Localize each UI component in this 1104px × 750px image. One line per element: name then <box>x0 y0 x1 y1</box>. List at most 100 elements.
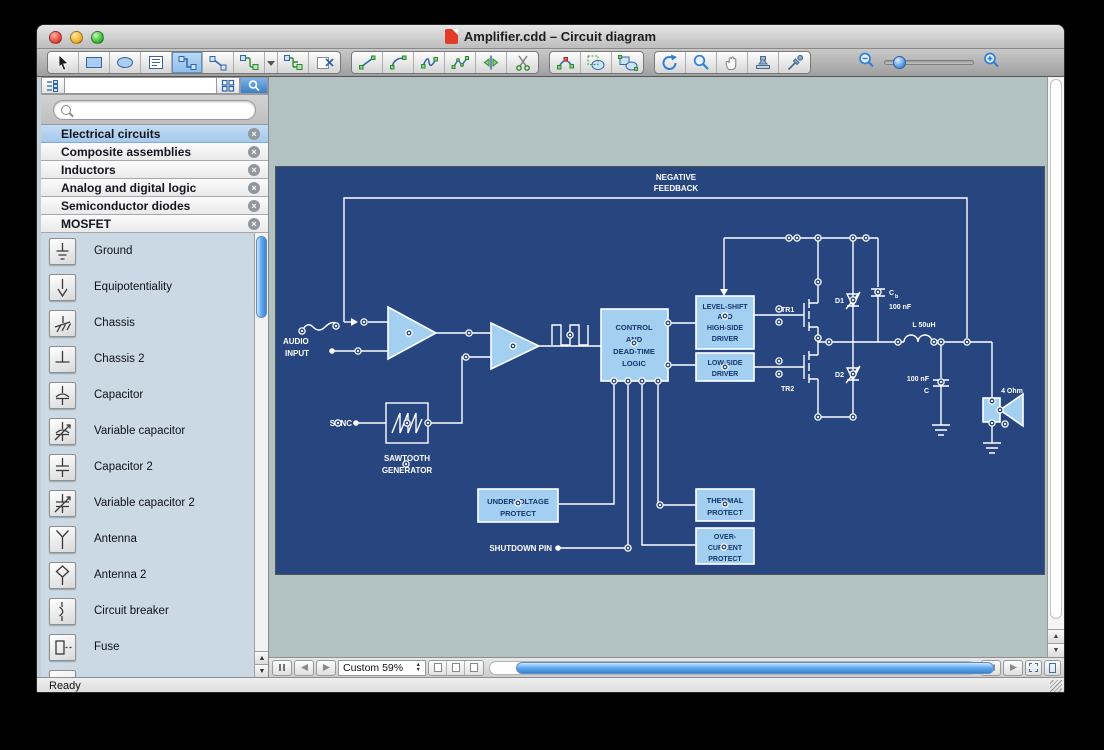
sawtooth-generator[interactable] <box>353 357 491 443</box>
library-item-semiconductor-diodes[interactable]: Semiconductor diodes× <box>41 197 268 215</box>
scroll-right-icon[interactable] <box>1003 660 1023 676</box>
shape-item-ground[interactable]: Ground <box>41 233 255 269</box>
next-page-button[interactable] <box>316 660 336 676</box>
zoom-out-icon[interactable] <box>857 51 876 75</box>
fit-to-window-button[interactable] <box>1025 660 1042 676</box>
wire[interactable] <box>558 381 614 504</box>
circuit-diagram[interactable]: NEGATIVE FEEDBACK AUDIO INPUT <box>276 167 1044 574</box>
audio-input-source[interactable] <box>302 323 388 354</box>
scroll-down-icon[interactable]: ▼ <box>1048 643 1064 657</box>
search-row <box>41 95 268 125</box>
wire[interactable] <box>642 381 696 545</box>
group-tool-button[interactable] <box>612 52 643 73</box>
connector-dropdown-arrow-icon[interactable] <box>265 52 278 73</box>
zoom-level-field[interactable]: Custom 59% ▲▼ <box>338 660 426 676</box>
elbow-connector-tool-button[interactable] <box>172 52 203 73</box>
shape-item-partial[interactable] <box>41 665 255 677</box>
close-library-icon[interactable]: × <box>248 200 260 212</box>
shape-item-fuse[interactable]: Fuse <box>41 629 255 665</box>
horizontal-scrollbar-thumb[interactable] <box>516 662 994 674</box>
sidebar-scrollbar-thumb[interactable] <box>256 236 267 318</box>
search-view-button[interactable] <box>240 77 268 94</box>
page-view-2-button[interactable] <box>447 661 465 675</box>
shape-item-antenna[interactable]: Antenna <box>41 521 255 557</box>
divide-tool-button[interactable] <box>476 52 507 73</box>
tree-connector-tool-button[interactable] <box>278 52 309 73</box>
scroll-up-icon[interactable]: ▲ <box>255 651 268 664</box>
line-tool-button[interactable] <box>352 52 383 73</box>
diode-d2[interactable] <box>846 342 860 417</box>
shape-item-circuit-breaker[interactable]: Circuit breaker <box>41 593 255 629</box>
close-library-icon[interactable]: × <box>248 128 260 140</box>
close-library-icon[interactable]: × <box>248 146 260 158</box>
mosfet-tr1[interactable] <box>754 238 818 342</box>
vertical-scrollbar[interactable]: ▲ ▼ <box>1047 77 1064 657</box>
crop-tool-button[interactable] <box>581 52 612 73</box>
page-view-1-button[interactable] <box>429 661 447 675</box>
stamp-tool-button[interactable] <box>748 52 779 73</box>
zoom-stepper[interactable]: ▲▼ <box>416 663 421 672</box>
output-filter[interactable] <box>818 335 992 435</box>
reshape-tool-button[interactable] <box>550 52 581 73</box>
pan-hand-tool-button[interactable] <box>717 52 748 73</box>
horizontal-scrollbar[interactable] <box>489 661 976 675</box>
page-view-3-button[interactable] <box>465 661 483 675</box>
close-window-button[interactable] <box>49 31 62 44</box>
pointer-tool-button[interactable] <box>48 52 79 73</box>
search-input[interactable] <box>75 104 248 116</box>
shape-item-variable-capacitor-2[interactable]: Variable capacitor 2 <box>41 485 255 521</box>
zoom-slider-knob[interactable] <box>893 56 906 69</box>
actual-size-button[interactable] <box>1044 660 1061 676</box>
library-item-electrical-circuits[interactable]: Electrical circuits× <box>41 125 268 143</box>
direct-connector-tool-button[interactable] <box>203 52 234 73</box>
search-field[interactable] <box>53 100 256 120</box>
library-item-inductors[interactable]: Inductors× <box>41 161 268 179</box>
mosfet-tr2[interactable] <box>754 342 853 417</box>
sidebar-scrollbar[interactable]: ▲ ▼ <box>254 233 268 677</box>
shape-item-antenna-2[interactable]: Antenna 2 <box>41 557 255 593</box>
wire[interactable] <box>658 381 696 505</box>
library-item-composite-assemblies[interactable]: Composite assemblies× <box>41 143 268 161</box>
diagram-page[interactable]: NEGATIVE FEEDBACK AUDIO INPUT <box>276 167 1044 574</box>
close-library-icon[interactable]: × <box>248 164 260 176</box>
wire[interactable] <box>668 323 696 365</box>
zoom-window-button[interactable] <box>91 31 104 44</box>
shape-item-equipotentiality[interactable]: Equipotentiality <box>41 269 255 305</box>
curve-tool-button[interactable] <box>414 52 445 73</box>
rectangle-tool-button[interactable] <box>79 52 110 73</box>
grid-view-button[interactable] <box>216 77 240 94</box>
shape-item-chassis[interactable]: Chassis <box>41 305 255 341</box>
scroll-up-icon[interactable]: ▲ <box>1048 629 1064 643</box>
scissors-tool-button[interactable] <box>507 52 538 73</box>
title-bar[interactable]: Amplifier.cdd – Circuit diagram <box>37 25 1064 49</box>
shape-item-capacitor[interactable]: Capacitor <box>41 377 255 413</box>
polyline-tool-button[interactable] <box>445 52 476 73</box>
eyedropper-tool-button[interactable] <box>779 52 810 73</box>
previous-page-button[interactable] <box>294 660 314 676</box>
tree-view-button[interactable] <box>41 77 65 94</box>
diode-d1[interactable] <box>846 238 860 342</box>
close-library-icon[interactable]: × <box>248 182 260 194</box>
scroll-down-icon[interactable]: ▼ <box>255 664 268 677</box>
arc-tool-button[interactable] <box>383 52 414 73</box>
drawing-canvas[interactable]: NEGATIVE FEEDBACK AUDIO INPUT <box>269 77 1064 657</box>
vertical-scrollbar-thumb[interactable] <box>1050 79 1062 619</box>
splitter-toggle-button[interactable] <box>272 660 292 676</box>
close-library-icon[interactable]: × <box>248 218 260 230</box>
text-tool-button[interactable] <box>141 52 172 73</box>
rotate-tool-button[interactable] <box>655 52 686 73</box>
shutdown-pin-wire[interactable] <box>555 381 628 551</box>
disconnect-tool-button[interactable] <box>309 52 340 73</box>
ellipse-tool-button[interactable] <box>110 52 141 73</box>
zoom-in-icon[interactable] <box>982 51 1001 75</box>
shape-item-capacitor-2[interactable]: Capacitor 2 <box>41 449 255 485</box>
resize-grip[interactable] <box>1050 680 1062 692</box>
library-item-analog-digital-logic[interactable]: Analog and digital logic× <box>41 179 268 197</box>
shape-item-chassis-2[interactable]: Chassis 2 <box>41 341 255 377</box>
minimize-window-button[interactable] <box>70 31 83 44</box>
library-item-mosfet[interactable]: MOSFET× <box>41 215 268 233</box>
shape-item-variable-capacitor[interactable]: Variable capacitor <box>41 413 255 449</box>
zoom-tool-button[interactable] <box>686 52 717 73</box>
zoom-slider[interactable] <box>884 60 974 65</box>
smart-connector-tool-button[interactable] <box>234 52 265 73</box>
